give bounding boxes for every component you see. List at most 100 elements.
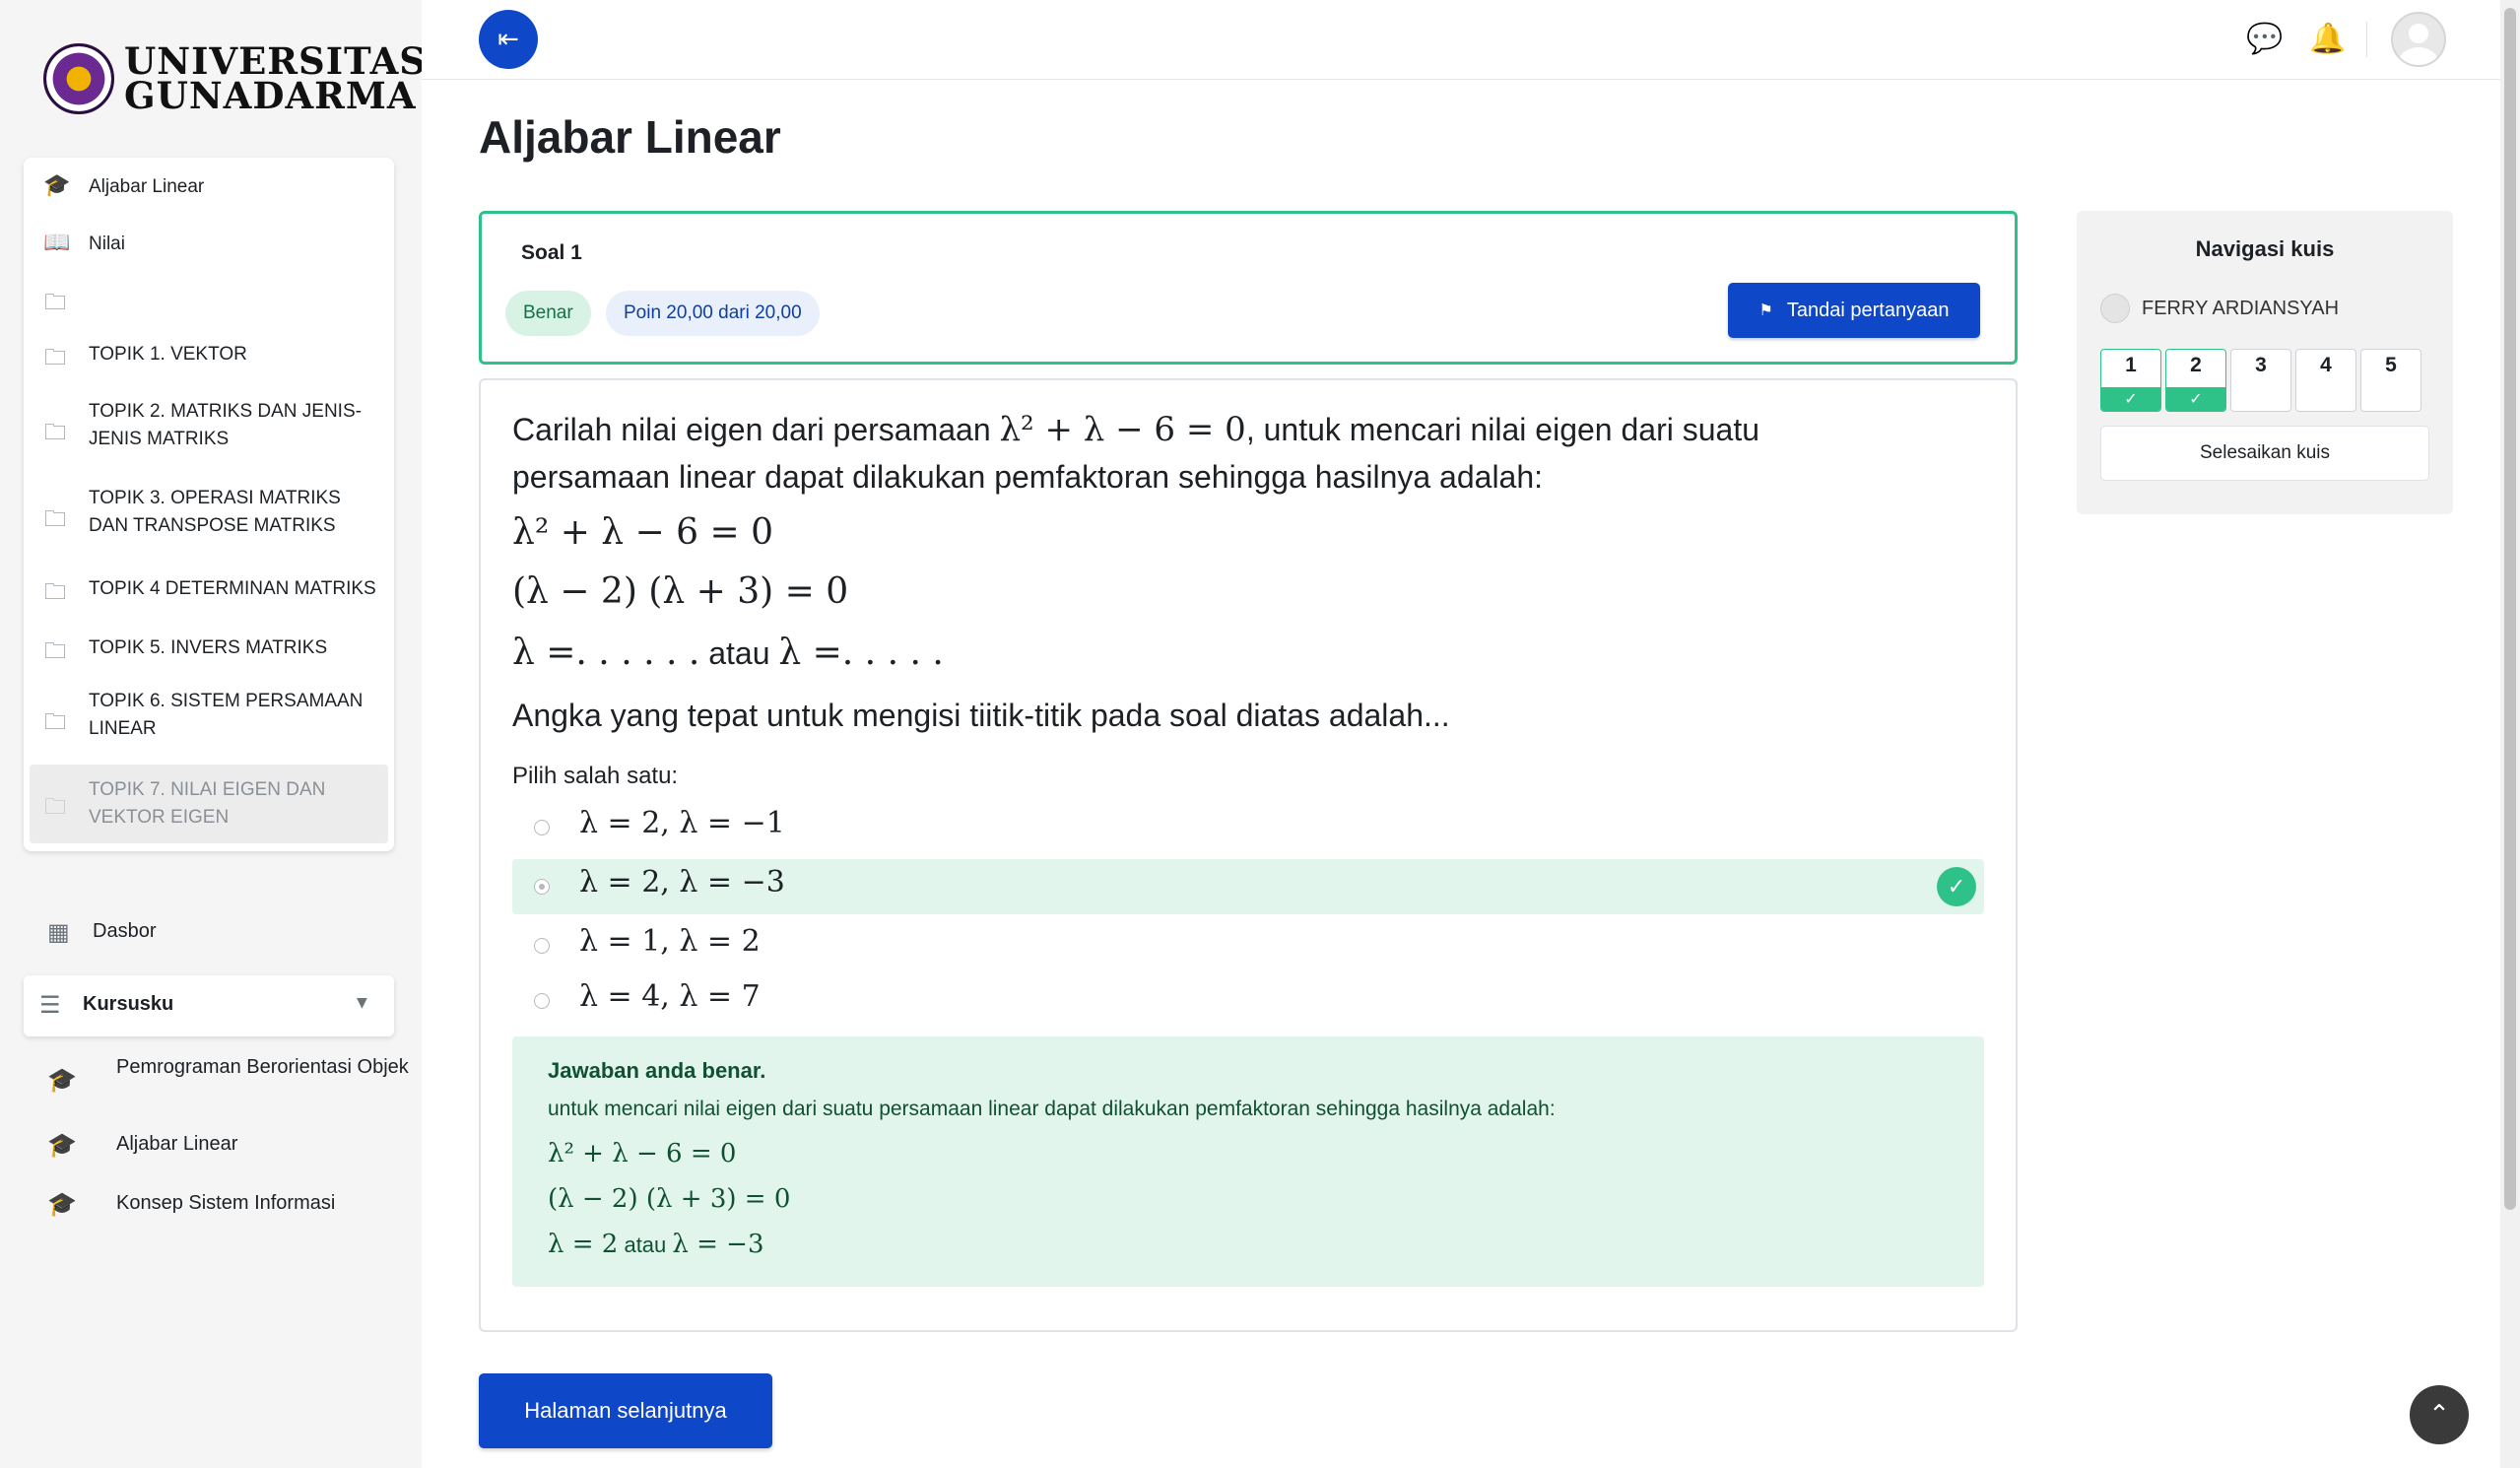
question-text-line-1: Carilah nilai eigen dari persamaan λ² + … [512, 410, 1759, 449]
feedback-text: untuk mencari nilai eigen dari suatu per… [548, 1098, 1556, 1120]
feedback-title: Jawaban anda benar. [548, 1058, 766, 1083]
answer-radio[interactable] [534, 938, 550, 954]
my-course-item[interactable]: 🎓 Konsep Sistem Informasi [47, 1190, 402, 1218]
folder-icon: 🗀 [43, 421, 66, 445]
course-index-item-course[interactable]: 🎓 Aljabar Linear [24, 167, 394, 207]
conjunction-text: atau [618, 1233, 673, 1257]
flag-question-button[interactable]: ⚑ Tandai pertanyaan [1728, 283, 1980, 338]
my-course-label: Pemrograman Berorientasi Objek [116, 1056, 409, 1078]
answer-radio[interactable] [534, 879, 550, 895]
course-index-item-general[interactable]: 🗀 [24, 280, 394, 319]
status-badge: Benar [505, 291, 591, 336]
course-index: 🎓 Aljabar Linear 📖 Nilai 🗀 🗀 TOPIK 1. VE… [24, 158, 394, 851]
answer-option[interactable]: λ = 1, λ = 2 [512, 918, 1984, 973]
conjunction-text: atau [699, 635, 779, 671]
page-scrollbar[interactable] [2500, 0, 2520, 1468]
course-index-label: TOPIK 6. SISTEM PERSAMAAN LINEAR [89, 691, 364, 739]
feedback-math-line-3: λ = 2 atau λ = −3 [548, 1230, 764, 1259]
course-index-label: TOPIK 7. NILAI EIGEN DAN VEKTOR EIGEN [89, 779, 326, 828]
answer-text: λ = 2, λ = −3 [579, 865, 785, 900]
course-index-item-topic-5[interactable]: 🗀 TOPIK 5. INVERS MATRIKS [24, 629, 394, 668]
folder-icon: 🗀 [43, 580, 66, 605]
quiz-question-button-5[interactable]: 5 [2360, 349, 2421, 412]
flag-icon: ⚑ [1758, 302, 1773, 319]
scrollbar-thumb[interactable] [2504, 8, 2516, 1210]
quiz-question-number: 1 [2125, 354, 2137, 376]
back-to-top-button[interactable]: ⌃ [2410, 1385, 2469, 1444]
finish-quiz-button[interactable]: Selesaikan kuis [2100, 426, 2429, 481]
quiz-user: FERRY ARDIANSYAH [2100, 294, 2339, 323]
answer-option-selected[interactable]: λ = 2, λ = −3 ✓ [512, 859, 1984, 914]
my-course-item[interactable]: 🎓 Aljabar Linear [47, 1131, 402, 1159]
my-course-item[interactable]: 🎓 Pemrograman Berorientasi Objek [47, 1056, 409, 1105]
graduation-cap-icon: 🎓 [47, 1066, 77, 1094]
quiz-question-button-3[interactable]: 3 [2230, 349, 2291, 412]
course-index-item-topic-4[interactable]: 🗀 TOPIK 4 DETERMINAN MATRIKS [24, 569, 394, 609]
course-index-item-topic-3[interactable]: 🗀 TOPIK 3. OPERASI MATRIKS DAN TRANSPOSE… [24, 485, 394, 544]
university-logo[interactable]: UNIVERSITAS GUNADARMA [43, 43, 427, 114]
logo-line-2: GUNADARMA [124, 74, 417, 117]
answer-text: λ = 1, λ = 2 [579, 924, 761, 959]
course-index-item-topic-2[interactable]: 🗀 TOPIK 2. MATRIKS DAN JENIS-JENIS MATRI… [24, 398, 394, 457]
user-avatar[interactable] [2391, 12, 2446, 67]
answered-check-icon: ✓ [2166, 387, 2225, 411]
navbar-divider [2366, 22, 2367, 57]
quiz-question-number: 5 [2385, 354, 2397, 376]
question-number: Soal 1 [521, 241, 582, 264]
avatar-head-shape [2409, 24, 2428, 43]
points-badge: Poin 20,00 dari 20,00 [606, 291, 820, 336]
list-icon: ☰ [39, 991, 61, 1019]
course-index-label: TOPIK 1. VEKTOR [89, 344, 247, 365]
quiz-question-button-1[interactable]: 1 ✓ [2100, 349, 2161, 412]
folder-icon: 🗀 [43, 507, 66, 532]
message-icon[interactable]: 💬 [2246, 22, 2283, 56]
correct-check-icon: ✓ [1937, 867, 1976, 906]
answer-radio[interactable] [534, 820, 550, 835]
notification-bell-icon[interactable]: 🔔 [2309, 22, 2346, 56]
quiz-question-button-2[interactable]: 2 ✓ [2165, 349, 2226, 412]
course-index-item-topic-6[interactable]: 🗀 TOPIK 6. SISTEM PERSAMAAN LINEAR [24, 688, 394, 747]
question-math-line-2: (λ − 2) (λ + 3) = 0 [512, 571, 849, 612]
quiz-question-number: 3 [2255, 354, 2267, 376]
quiz-question-button-4[interactable]: 4 [2295, 349, 2356, 412]
feedback-math-line-2: (λ − 2) (λ + 3) = 0 [548, 1184, 791, 1214]
my-courses-label: Kursusku [83, 993, 174, 1015]
question-prompt: Angka yang tepat untuk mengisi tiitik-ti… [512, 698, 1450, 733]
feedback-box: Jawaban anda benar. untuk mencari nilai … [512, 1036, 1984, 1287]
folder-icon: 🗀 [43, 639, 66, 664]
course-index-item-topic-1[interactable]: 🗀 TOPIK 1. VEKTOR [24, 335, 394, 374]
flag-question-label: Tandai pertanyaan [1786, 299, 1950, 321]
quiz-question-number: 2 [2190, 354, 2202, 376]
answer-text: λ = 4, λ = 7 [579, 979, 761, 1014]
quiz-navigation-title: Navigasi kuis [2195, 236, 2335, 261]
answer-option[interactable]: λ = 2, λ = −1 [512, 800, 1984, 855]
graduation-cap-icon: 🎓 [47, 1131, 77, 1159]
question-text-line-2: persamaan linear dapat dilakukan pemfakt… [512, 459, 1544, 495]
my-courses-toggle[interactable]: ☰ Kursusku ▼ [24, 975, 394, 1036]
feedback-root: λ = 2 [548, 1230, 619, 1259]
sidebar: UNIVERSITAS GUNADARMA 🎓 Aljabar Linear 📖… [0, 0, 426, 1468]
course-index-item-topic-7[interactable]: 🗀 TOPIK 7. NILAI EIGEN DAN VEKTOR EIGEN [30, 765, 388, 843]
next-page-button[interactable]: Halaman selanjutnya [479, 1373, 772, 1448]
indent-icon: ⇤ [497, 25, 519, 54]
course-index-item-grades[interactable]: 📖 Nilai [24, 225, 394, 264]
dashboard-label: Dasbor [93, 920, 157, 942]
my-course-label: Konsep Sistem Informasi [116, 1192, 336, 1214]
question-math-line-1: λ² + λ − 6 = 0 [512, 512, 774, 553]
answer-option[interactable]: λ = 4, λ = 7 [512, 973, 1984, 1029]
course-index-label: TOPIK 2. MATRIKS DAN JENIS-JENIS MATRIKS [89, 401, 362, 449]
feedback-root: λ = −3 [672, 1230, 764, 1259]
book-icon: 📖 [43, 231, 71, 255]
answer-radio[interactable] [534, 993, 550, 1009]
course-index-label: TOPIK 4 DETERMINAN MATRIKS [89, 578, 376, 599]
caret-down-icon: ▼ [357, 995, 367, 1011]
question-equation: λ² + λ − 6 = 0 [999, 410, 1246, 449]
user-avatar-small [2100, 294, 2130, 323]
folder-icon: 🗀 [43, 795, 66, 820]
question-info-card: Soal 1 Benar Poin 20,00 dari 20,00 ⚑ Tan… [479, 211, 2018, 365]
page-title: Aljabar Linear [479, 111, 781, 163]
folder-icon: 🗀 [43, 291, 66, 315]
drawer-toggle-button[interactable]: ⇤ [479, 10, 538, 69]
feedback-math-line-1: λ² + λ − 6 = 0 [548, 1139, 737, 1168]
question-math-line-3: λ =. . . . . . atau λ =. . . . . [512, 633, 944, 673]
